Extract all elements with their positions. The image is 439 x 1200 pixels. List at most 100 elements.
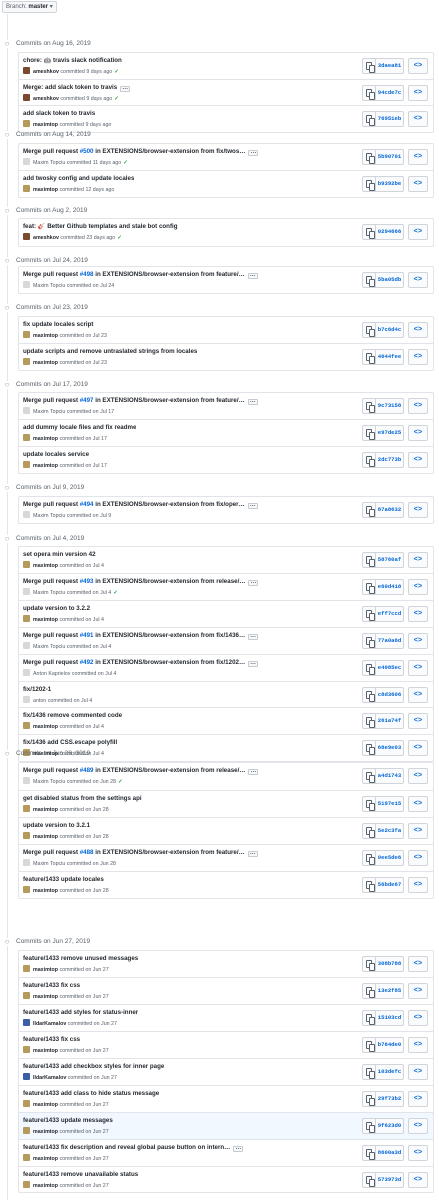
expand-message-button[interactable]: … — [248, 149, 259, 156]
pull-request-link[interactable]: #489 — [80, 767, 94, 774]
browse-files-button[interactable]: <> — [408, 579, 428, 595]
browse-files-button[interactable]: <> — [408, 111, 428, 127]
commit-sha-link[interactable]: 261a74f — [376, 713, 404, 729]
commit-sha-link[interactable]: b7c6d4c — [376, 322, 404, 338]
browse-files-button[interactable]: <> — [408, 660, 428, 676]
commit-message[interactable]: update scripts and remove untraslated st… — [23, 348, 197, 356]
commit-message[interactable]: feature/1433 add checkbox styles for inn… — [23, 1063, 164, 1071]
commit-author[interactable]: maximtop — [33, 617, 58, 623]
commit-message[interactable]: feature/1433 update locales — [23, 876, 104, 884]
copy-sha-button[interactable] — [362, 502, 376, 518]
commit-author[interactable]: Maxim Topciu — [33, 644, 65, 650]
commit-sha-link[interactable]: 5ba05db — [376, 272, 404, 288]
pull-request-link[interactable]: #494 — [80, 501, 94, 508]
commit-author[interactable]: maximtop — [33, 967, 58, 973]
copy-sha-button[interactable] — [362, 1037, 376, 1053]
commit-message[interactable]: Merge pull request #491 in EXTENSIONS/br… — [23, 632, 259, 640]
commit-sha-link[interactable]: 4644fee — [376, 349, 404, 365]
copy-sha-button[interactable] — [362, 687, 376, 703]
commit-author[interactable]: anton — [33, 698, 46, 704]
commit-title[interactable]: feature/1433 fix description and reveal … — [23, 1144, 230, 1151]
ci-success-check-icon[interactable]: ✓ — [118, 779, 122, 785]
commit-message[interactable]: add twosky config and update locales — [23, 175, 134, 183]
pull-request-link[interactable]: #493 — [80, 578, 94, 585]
commit-title[interactable]: Merge: add slack token to travis — [23, 84, 117, 91]
commit-sha-link[interactable]: c8d3606 — [376, 687, 404, 703]
commit-author[interactable]: Anton Kaprielov — [33, 671, 70, 677]
commit-title[interactable]: feature/1433 add checkbox styles for inn… — [23, 1063, 164, 1070]
commit-title[interactable]: Merge pull request — [23, 501, 80, 508]
copy-sha-button[interactable] — [362, 272, 376, 288]
commit-author[interactable]: maximtop — [33, 1102, 58, 1108]
browse-files-button[interactable]: <> — [408, 398, 428, 414]
commit-sha-link[interactable]: 0ee5de6 — [376, 850, 404, 866]
copy-sha-button[interactable] — [362, 983, 376, 999]
commit-message[interactable]: Merge pull request #498 in EXTENSIONS/br… — [23, 271, 258, 279]
copy-sha-button[interactable] — [362, 579, 376, 595]
commit-author[interactable]: maximtop — [33, 834, 58, 840]
commit-author[interactable]: Maxim Topciu — [33, 160, 65, 166]
copy-sha-button[interactable] — [362, 768, 376, 784]
commit-author[interactable]: maximtop — [33, 888, 58, 894]
expand-message-button[interactable]: … — [233, 1145, 244, 1152]
browse-files-button[interactable]: <> — [408, 452, 428, 468]
browse-files-button[interactable]: <> — [408, 850, 428, 866]
copy-sha-button[interactable] — [362, 452, 376, 468]
browse-files-button[interactable]: <> — [408, 224, 428, 240]
commit-author[interactable]: IldarKamalov — [33, 1075, 66, 1081]
copy-sha-button[interactable] — [362, 176, 376, 192]
commit-title[interactable]: fix update locales script — [23, 321, 94, 328]
browse-files-button[interactable]: <> — [408, 983, 428, 999]
commit-sha-link[interactable]: 3daea81 — [376, 58, 404, 74]
commit-author[interactable]: IldarKamalov — [33, 1021, 66, 1027]
ci-success-check-icon[interactable]: ✓ — [114, 69, 118, 75]
commit-sha-link[interactable]: 13e2f85 — [376, 983, 404, 999]
commit-message[interactable]: set opera min version 42 — [23, 551, 96, 559]
commit-title[interactable]: Merge pull request — [23, 271, 80, 278]
commit-title[interactable]: update version to 3.2.2 — [23, 605, 90, 612]
commit-title[interactable]: add twosky config and update locales — [23, 175, 134, 182]
commit-title[interactable]: fix/1436 add CSS.escape polyfill — [23, 739, 117, 746]
browse-files-button[interactable]: <> — [408, 606, 428, 622]
commit-title[interactable]: chore: 🤖 travis slack notification — [23, 57, 122, 64]
commit-title-rest[interactable]: in EXTENSIONS/browser-extension from fix… — [94, 501, 245, 508]
commit-message[interactable]: update locales service — [23, 451, 89, 459]
copy-sha-button[interactable] — [362, 796, 376, 812]
commit-title-rest[interactable]: in EXTENSIONS/browser-extension from fea… — [94, 849, 245, 856]
commit-title[interactable]: add dummy locale files and fix readme — [23, 424, 136, 431]
pull-request-link[interactable]: #500 — [80, 148, 94, 155]
commit-message[interactable]: Merge pull request #489 in EXTENSIONS/br… — [23, 767, 259, 775]
commit-author[interactable]: ameshkov — [33, 96, 59, 102]
commit-sha-link[interactable]: 308b788 — [376, 956, 404, 972]
expand-message-button[interactable]: … — [248, 633, 259, 640]
commit-sha-link[interactable]: 76951eb — [376, 111, 404, 127]
commit-author[interactable]: maximtop — [33, 1129, 58, 1135]
commit-author[interactable]: Maxim Topciu — [33, 283, 65, 289]
commit-sha-link[interactable]: 94cde7c — [376, 85, 404, 101]
copy-sha-button[interactable] — [362, 322, 376, 338]
commit-author[interactable]: ameshkov — [33, 69, 59, 75]
browse-files-button[interactable]: <> — [408, 796, 428, 812]
commit-title-rest[interactable]: in EXTENSIONS/browser-extension from fix… — [94, 632, 245, 639]
copy-sha-button[interactable] — [362, 1118, 376, 1134]
copy-sha-button[interactable] — [362, 823, 376, 839]
commit-sha-link[interactable]: 56bde67 — [376, 877, 404, 893]
commit-sha-link[interactable]: 8600a3d — [376, 1145, 404, 1161]
browse-files-button[interactable]: <> — [408, 1064, 428, 1080]
commit-sha-link[interactable]: 29f73b2 — [376, 1091, 404, 1107]
commit-title[interactable]: update scripts and remove untraslated st… — [23, 348, 197, 355]
copy-sha-button[interactable] — [362, 1091, 376, 1107]
copy-sha-button[interactable] — [362, 111, 376, 127]
commit-author[interactable]: maximtop — [33, 1048, 58, 1054]
commit-author[interactable]: maximtop — [33, 122, 58, 128]
commit-title[interactable]: feat: 🎸 Better Github templates and stal… — [23, 223, 178, 230]
browse-files-button[interactable]: <> — [408, 272, 428, 288]
commit-message[interactable]: chore: 🤖 travis slack notification — [23, 57, 122, 65]
browse-files-button[interactable]: <> — [408, 1037, 428, 1053]
ci-success-check-icon[interactable]: ✓ — [117, 235, 121, 241]
commit-sha-link[interactable]: 2dc773b — [376, 452, 404, 468]
commit-title[interactable]: fix/1202-1 — [23, 686, 51, 693]
commit-sha-link[interactable]: 0294666 — [376, 224, 404, 240]
browse-files-button[interactable]: <> — [408, 740, 428, 756]
commit-title[interactable]: Merge pull request — [23, 767, 80, 774]
